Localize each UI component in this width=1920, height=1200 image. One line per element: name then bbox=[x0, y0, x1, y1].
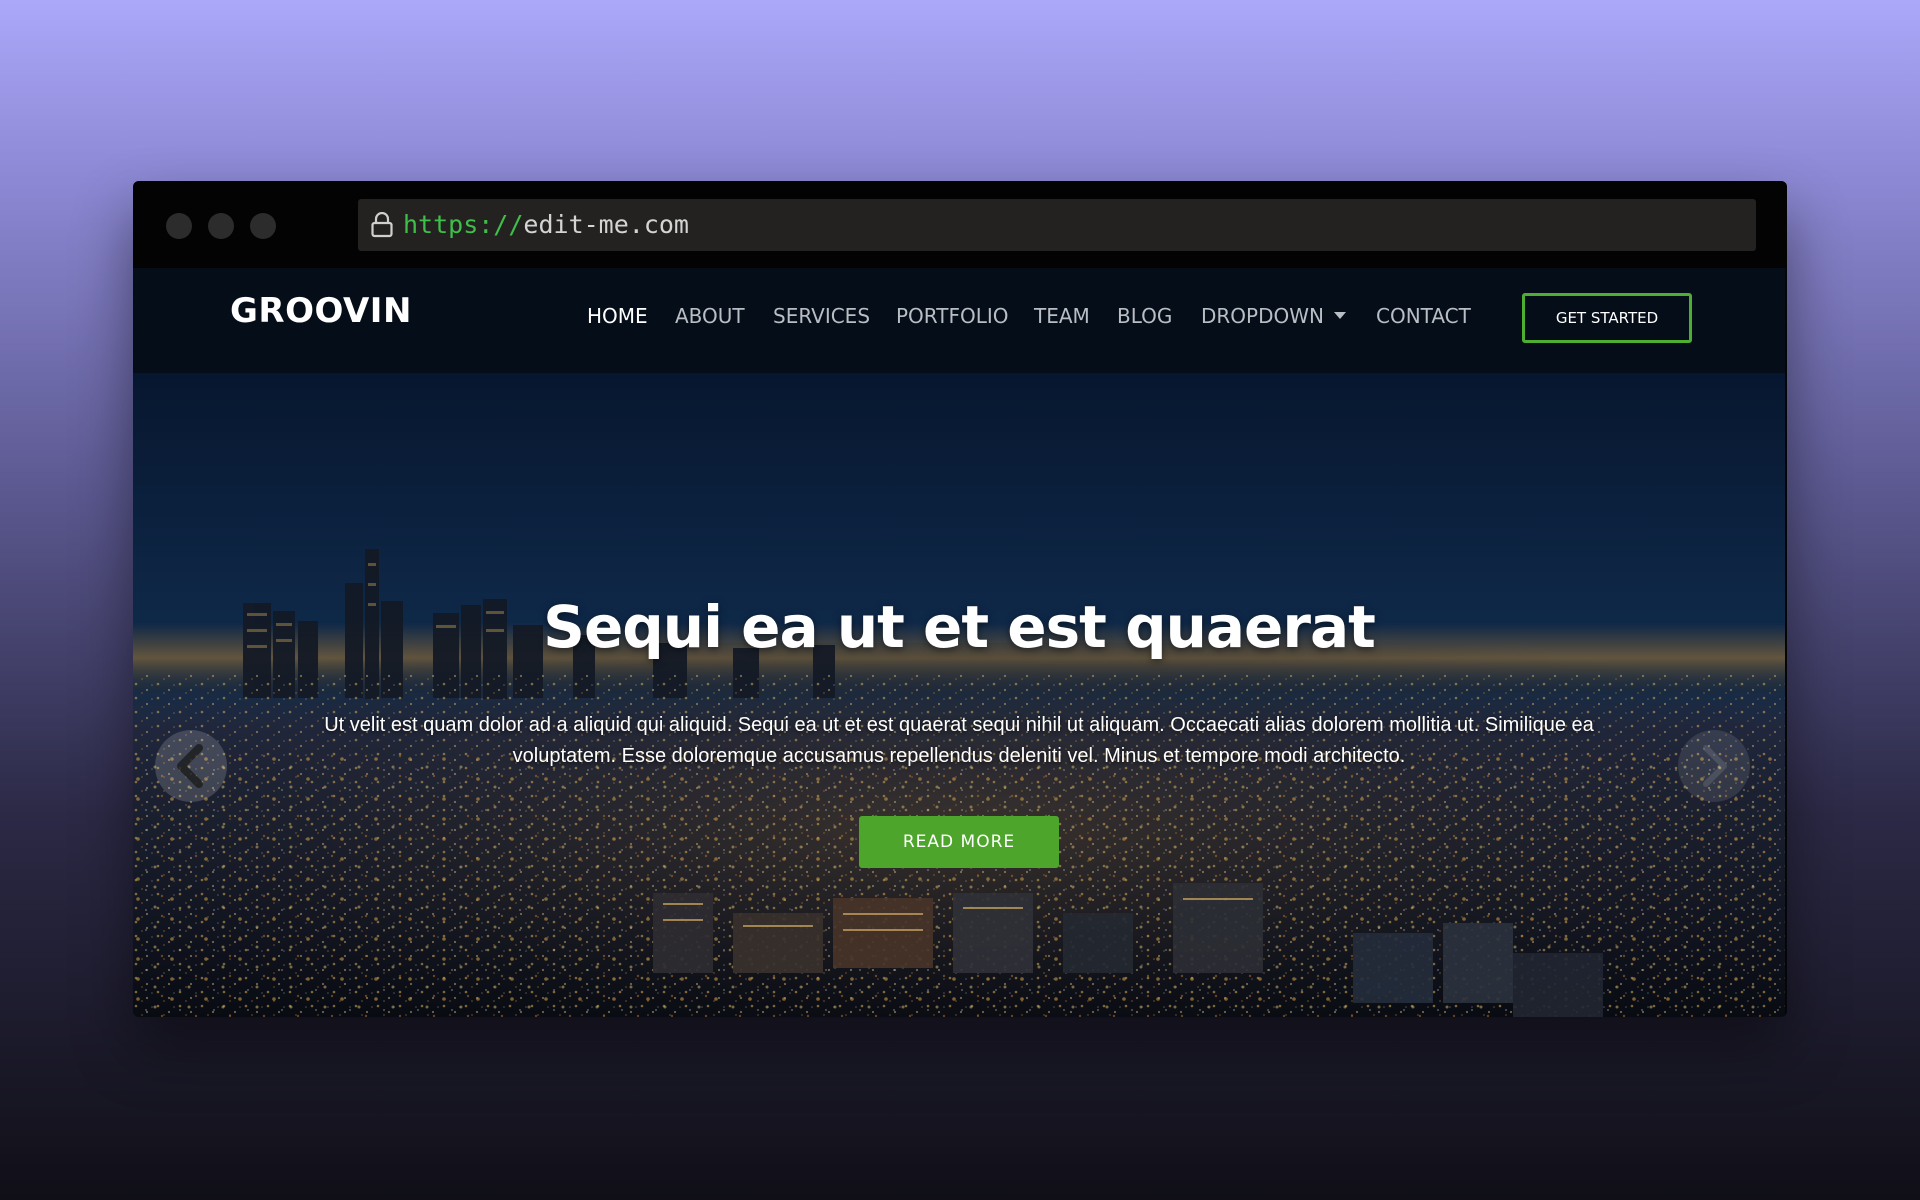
nav-item-team[interactable]: TEAM bbox=[1034, 304, 1090, 328]
hero-city-image bbox=[133, 373, 1785, 1017]
hero-description: Ut velit est quam dolor ad a aliquid qui… bbox=[324, 714, 1594, 767]
nav-item-dropdown[interactable]: DROPDOWN bbox=[1201, 304, 1346, 328]
read-more-button[interactable]: READ MORE bbox=[859, 816, 1059, 868]
hero-title: Sequi ea ut et est quaerat bbox=[543, 593, 1376, 661]
carousel-next-button[interactable] bbox=[1678, 730, 1750, 802]
window-close-button[interactable] bbox=[166, 213, 192, 239]
nav-item-services[interactable]: SERVICES bbox=[773, 304, 870, 328]
browser-title-bar: https://edit-me.com bbox=[133, 181, 1787, 268]
url-host: edit-me.com bbox=[523, 210, 689, 239]
lock-icon bbox=[371, 212, 393, 238]
chevron-left-icon bbox=[177, 744, 203, 788]
nav-item-blog[interactable]: BLOG bbox=[1117, 304, 1172, 328]
url-text: https://edit-me.com bbox=[403, 199, 689, 251]
site-logo[interactable]: GROOVIN bbox=[230, 291, 412, 331]
hero-carousel: Sequi ea ut et est quaerat Ut velit est … bbox=[133, 373, 1785, 1017]
carousel-prev-button[interactable] bbox=[155, 730, 227, 802]
window-minimize-button[interactable] bbox=[208, 213, 234, 239]
site-header: GROOVIN HOME ABOUT SERVICES PORTFOLIO TE… bbox=[133, 268, 1785, 373]
nav-item-portfolio[interactable]: PORTFOLIO bbox=[896, 304, 1009, 328]
nav-item-about[interactable]: ABOUT bbox=[675, 304, 745, 328]
nav-item-dropdown-label: DROPDOWN bbox=[1201, 304, 1324, 328]
chevron-right-icon bbox=[1703, 745, 1727, 787]
nav-item-contact[interactable]: CONTACT bbox=[1376, 304, 1471, 328]
address-bar[interactable]: https://edit-me.com bbox=[358, 199, 1756, 251]
window-zoom-button[interactable] bbox=[250, 213, 276, 239]
nav-item-home[interactable]: HOME bbox=[587, 304, 648, 328]
caret-down-icon bbox=[1333, 312, 1346, 319]
get-started-button[interactable]: GET STARTED bbox=[1522, 293, 1692, 343]
url-scheme: https:// bbox=[403, 210, 524, 239]
browser-window: https://edit-me.com GROOVIN HOME ABOUT S… bbox=[133, 181, 1787, 1017]
